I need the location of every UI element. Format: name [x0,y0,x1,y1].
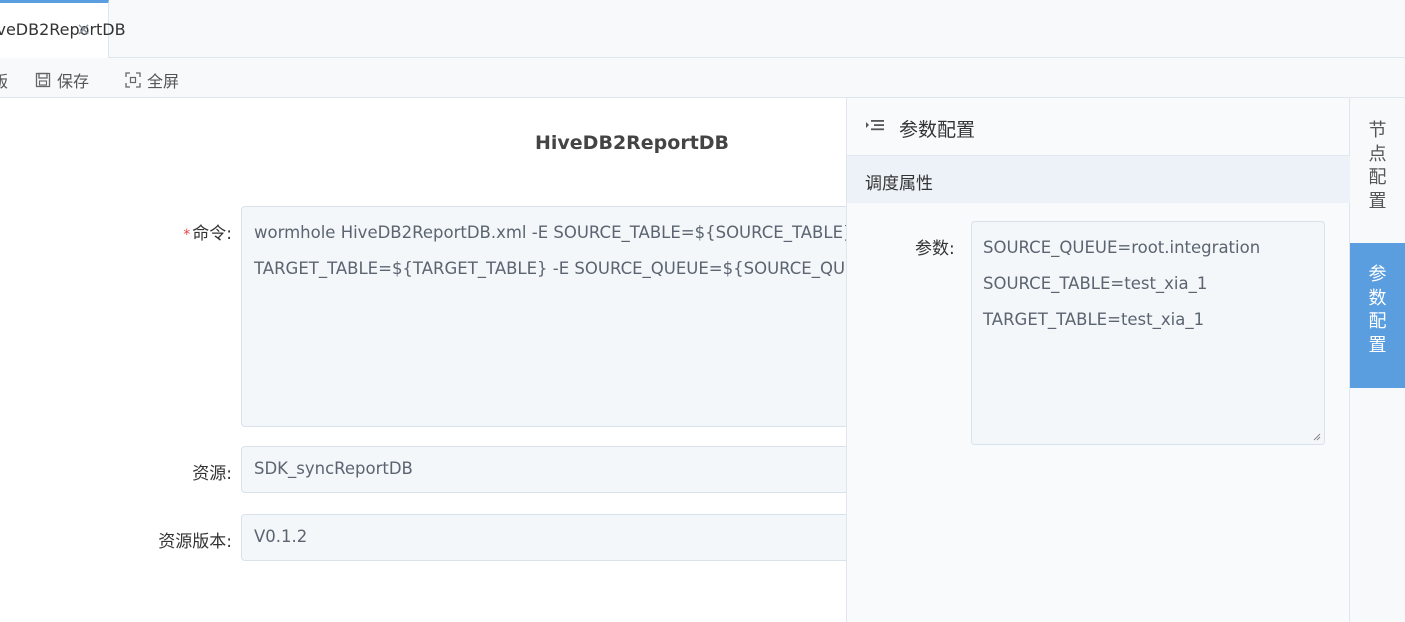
param-line: SOURCE_TABLE=test_xia_1 [983,274,1208,293]
side-tabs: 节 点 配 置 参 数 配 置 [1350,98,1405,622]
tab-node-config-char: 点 [1368,143,1387,165]
param-line: SOURCE_QUEUE=root.integration [983,238,1261,257]
tab-node-config-char: 置 [1368,190,1387,212]
toolbar-item-partial[interactable]: 版 [0,68,8,92]
command-line: TARGET_TABLE=${TARGET_TABLE} -E SOURCE_Q… [254,259,881,278]
command-line: wormhole HiveDB2ReportDB.xml -E SOURCE_T… [254,223,876,242]
tab-node-config-char: 节 [1368,120,1387,141]
param-config-panel: 参数配置 调度属性 参数: SOURCE_QUEUE=root.integrat… [846,98,1350,622]
tab-label: HiveDB2ReportDB [0,20,126,39]
params-label: 参数: [915,239,955,259]
command-textarea[interactable]: wormhole HiveDB2ReportDB.xml -E SOURCE_T… [241,206,881,427]
save-button-label: 保存 [57,72,90,91]
close-icon[interactable]: × [76,19,91,40]
panel-title: 参数配置 [899,119,976,141]
fullscreen-icon [125,72,141,88]
resource-field[interactable]: SDK_syncReportDB [241,446,881,493]
resource-version-label: 资源版本: [158,532,232,552]
save-button[interactable]: 保存 [35,68,89,92]
tab-node-config[interactable]: 节 点 配 置 [1350,119,1405,239]
resource-version-field[interactable]: V0.1.2 [241,514,881,561]
section-title: 调度属性 [865,174,933,194]
command-label: * 命令: [183,219,232,244]
section-header: 调度属性 [847,155,1350,203]
collapse-menu-icon[interactable] [865,118,885,134]
save-icon [35,72,51,88]
toolbar-item-partial-label: 版 [0,72,9,91]
tab-param-config-char: 配 [1368,311,1387,332]
params-textarea[interactable]: SOURCE_QUEUE=root.integration SOURCE_TAB… [971,221,1325,445]
resource-label: 资源: [192,464,232,484]
tab-param-config-char: 数 [1368,287,1387,309]
resize-handle-icon[interactable] [1313,433,1321,441]
tab-bar: HiveDB2ReportDB × [0,0,1405,58]
param-line: TARGET_TABLE=test_xia_1 [983,310,1205,329]
tab-node-config-char: 配 [1368,167,1387,188]
required-mark: * [183,227,191,243]
tab-param-config-char: 参 [1368,264,1387,285]
page-title: HiveDB2ReportDB [535,132,730,154]
tab-hivedb2reportdb[interactable]: HiveDB2ReportDB × [0,0,126,58]
toolbar: 版 保存 全屏 [0,58,1405,98]
panel-header: 参数配置 [847,98,1350,155]
tab-param-config-char: 置 [1368,334,1387,356]
fullscreen-button[interactable]: 全屏 [125,68,179,92]
command-label-text: 命令: [192,224,232,244]
fullscreen-button-label: 全屏 [147,72,180,91]
tab-param-config[interactable]: 参 数 配 置 [1350,243,1405,388]
node-form: HiveDB2ReportDB * 命令: wormhole HiveDB2Rep… [0,98,881,622]
